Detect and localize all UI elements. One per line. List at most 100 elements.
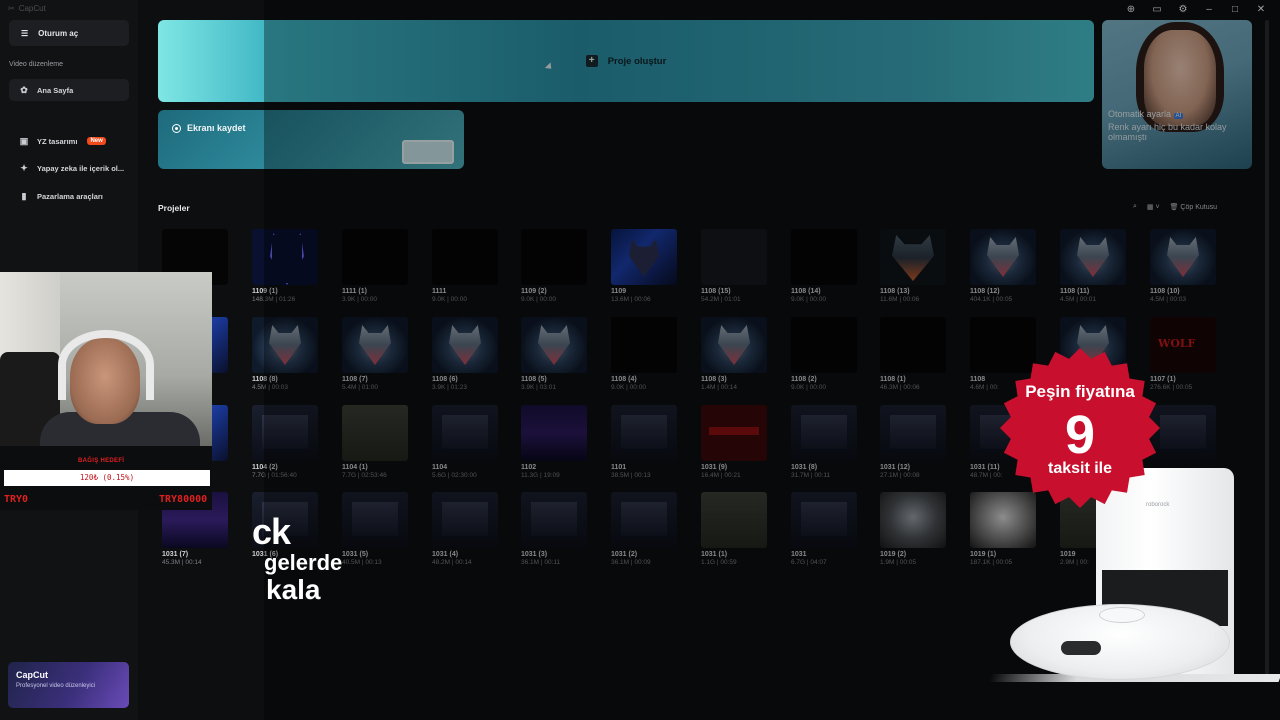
project-card[interactable]: 1031 (4) 48.2M | 00:14 [432,492,500,566]
project-thumbnail [880,405,946,461]
project-card[interactable]: 1109 (1) 148.3M | 01:26 [252,229,320,303]
project-card[interactable]: 1109 13.6M | 00:06 [611,229,679,303]
search-icon[interactable]: ⌕ [1133,203,1137,211]
settings-icon[interactable]: ⚙ [1178,4,1188,15]
grid-view-icon[interactable]: ▦ ˅ [1147,203,1160,211]
project-card[interactable]: 1108 (1) 46.3M | 00:06 [880,317,948,391]
create-project-button[interactable]: + Proje oluştur [158,20,1094,102]
trash-button[interactable]: 🗑 Çöp Kutusu [1170,203,1217,211]
sidebar-item-marketing[interactable]: ▮ Pazarlama araçları [9,185,129,207]
webcam-overlay [0,272,212,446]
project-meta: 11.3G | 19:09 [521,472,560,479]
project-card[interactable]: 1031 (5) 40.5M | 00:13 [342,492,410,566]
project-thumbnail [432,317,498,373]
project-card[interactable]: 1108 (14) 9.0K | 00:00 [791,229,859,303]
ad-title: Otomatik ayarla AI [1108,109,1184,119]
project-card[interactable]: 1108 (15) 54.2M | 01:01 [701,229,769,303]
project-name: 1104 (2) [252,464,278,471]
project-name: 1031 (9) [701,464,728,471]
project-card[interactable]: 1109 (2) 9.0K | 00:00 [521,229,589,303]
ad-overlay-text: ck gelerde kala [252,514,342,604]
project-card[interactable]: 1108 (8) 4.5M | 00:03 [252,317,320,391]
project-card[interactable]: 1031 (12) 27.1M | 00:08 [880,405,948,479]
project-card[interactable]: 1031 (9) 16.4M | 00:21 [701,405,769,479]
project-thumbnail [252,405,318,461]
project-thumbnail [342,405,408,461]
project-thumbnail [791,317,857,373]
project-name: 1108 (10) [1150,288,1180,295]
sidebar-section-title: Video düzenleme [9,61,63,68]
overlay-text-line3: kala [266,574,321,605]
project-card[interactable]: 1019 (2) 1.9M | 00:05 [880,492,948,566]
project-card[interactable]: 1031 6.7G | 04:07 [791,492,859,566]
home-icon: ✿ [20,84,28,95]
maximize-icon[interactable]: □ [1230,4,1240,15]
promo-title: CapCut [16,670,48,680]
project-card[interactable]: 1108 (4) 9.0K | 00:00 [611,317,679,391]
project-name: 1031 (5) [342,551,369,558]
project-card[interactable]: 1111 (1) 3.9K | 00:00 [342,229,410,303]
project-thumbnail [611,229,677,285]
projects-title: Projeler [158,203,190,213]
project-card[interactable]: 1104 (2) 7.7G | 01:56:40 [252,405,320,479]
project-card[interactable]: 1108 (10) 4.5M | 00:03 [1150,229,1218,303]
project-card[interactable]: 1111 9.0K | 00:00 [432,229,500,303]
project-meta: 9.0K | 00:00 [521,296,556,303]
close-icon[interactable]: ✕ [1256,4,1266,15]
project-card[interactable]: 1031 (1) 1.1G | 00:59 [701,492,769,566]
sidebar-item-ai-content[interactable]: ✦ Yapay zeka ile içerik ol... [9,157,129,179]
project-name: 1108 (7) [342,376,368,383]
project-card[interactable]: 1108 (3) 1.4M | 00:14 [701,317,769,391]
project-card[interactable]: 1108 (5) 3.9K | 03:01 [521,317,589,391]
project-card[interactable]: 1108 (11) 4.5M | 00:01 [1060,229,1128,303]
project-meta: 1.1G | 00:59 [701,559,737,566]
project-card[interactable]: 1031 (8) 31.7M | 00:11 [791,405,859,479]
badge-line1: Peşin fiyatına [1025,382,1135,401]
auto-adjust-ad-card[interactable]: Otomatik ayarla AI Renk ayarı hiç bu kad… [1102,20,1252,169]
app-title-text: CapCut [18,4,46,13]
project-card[interactable]: 1108 (13) 11.6M | 00:06 [880,229,948,303]
project-card[interactable]: 1104 (1) 7.7G | 02:53:46 [342,405,410,479]
project-name: 1031 (8) [791,464,818,471]
project-thumbnail [342,317,408,373]
app-title: ✂ CapCut [8,4,46,13]
project-thumbnail [432,492,498,548]
project-thumbnail [521,317,587,373]
project-meta: 9.0K | 00:00 [791,384,826,391]
project-card[interactable]: 1031 (3) 36.1M | 00:11 [521,492,589,566]
project-thumbnail [701,492,767,548]
project-meta: 7.7G | 02:53:46 [342,472,387,479]
sidebar-item-ai-design[interactable]: ▣ YZ tasarımı New [9,130,129,152]
project-card[interactable]: 1108 (7) 5.4M | 01:00 [342,317,410,391]
project-card[interactable]: 1108 (2) 9.0K | 00:00 [791,317,859,391]
project-thumbnail [791,229,857,285]
project-thumbnail [1060,229,1126,285]
ad-title-text: Otomatik ayarla [1108,109,1172,119]
image-icon: ▣ [19,135,29,146]
minimize-icon[interactable]: – [1204,4,1214,15]
project-name: 1031 [791,551,807,558]
message-icon[interactable]: ▭ [1152,4,1162,15]
project-card[interactable]: 1031 (2) 36.1M | 00:09 [611,492,679,566]
project-name: 1108 (4) [611,376,637,383]
project-card[interactable]: 1102 11.3G | 19:09 [521,405,589,479]
login-button[interactable]: ☰ Oturum aç [9,20,129,46]
project-card[interactable]: 1108 (6) 3.9K | 01:23 [432,317,500,391]
project-card[interactable]: 1108 (12) 404.1K | 00:05 [970,229,1038,303]
screen-record-button[interactable]: Ekranı kaydet [158,110,464,169]
project-name: 1108 (15) [701,288,731,295]
project-name: 1108 (1) [880,376,906,383]
overlay-text-line1: ck [252,511,291,552]
window-controls: ⊕ ▭ ⚙ – □ ✕ [1126,4,1266,15]
promo-subtitle: Profesyonel video düzenleyici [16,683,96,689]
project-name: 1031 (2) [611,551,638,558]
installment-badge: Peşin fiyatına 9 taksit ile [1000,346,1164,510]
feedback-icon[interactable]: ⊕ [1126,4,1136,15]
capcut-pro-promo[interactable]: CapCut Profesyonel video düzenleyici [8,662,129,708]
project-card[interactable]: 1101 38.5M | 00:13 [611,405,679,479]
project-meta: 4.5M | 00:01 [1060,296,1097,303]
sidebar-item-home[interactable]: ✿ Ana Sayfa [9,79,129,101]
project-name: 1109 [611,288,627,295]
project-card[interactable]: 1104 5.6G | 02:30:00 [432,405,500,479]
project-name: 1109 (1) [252,288,278,295]
